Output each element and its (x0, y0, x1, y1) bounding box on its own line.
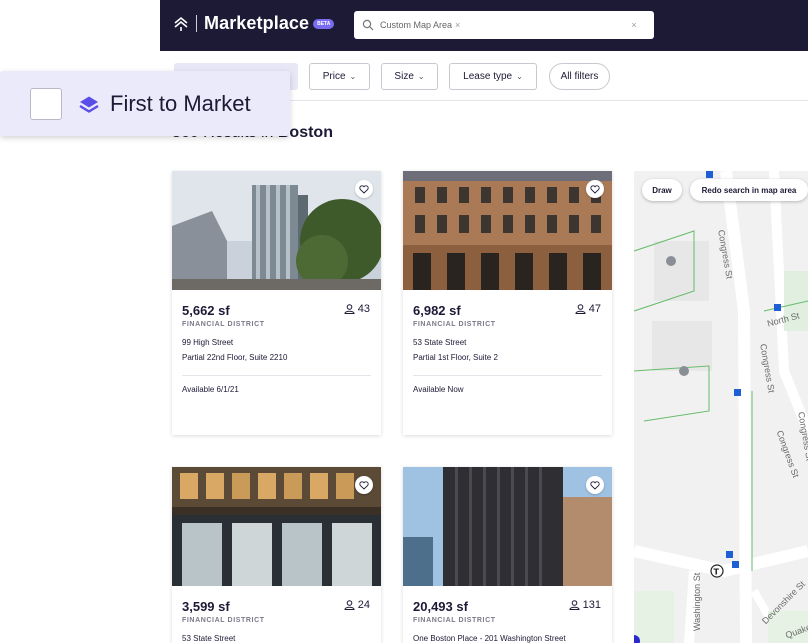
brand[interactable]: Marketplace BETA (172, 13, 335, 34)
top-navigation-bar: Marketplace BETA Custom Map Area × × (160, 0, 808, 51)
listing-photo[interactable] (403, 171, 612, 290)
listing-size: 3,599 sf (182, 599, 230, 614)
listing-district: FINANCIAL DISTRICT (413, 617, 496, 624)
person-icon (344, 304, 355, 314)
listing-card[interactable]: 3,599 sf 24 FINANCIAL DISTRICT 53 State … (172, 467, 381, 643)
map-panel[interactable]: T Draw Redo search in map area Congress … (634, 171, 808, 643)
search-input[interactable]: Custom Map Area × × (354, 11, 654, 39)
first-to-market-checkbox[interactable] (30, 87, 62, 120)
favorite-heart-icon[interactable] (355, 180, 373, 198)
card-divider (413, 375, 602, 376)
building-photo-image (172, 171, 381, 290)
listing-address: 99 High Street (182, 338, 234, 347)
listing-capacity: 43 (344, 303, 370, 315)
chevron-down-icon: ⌄ (516, 72, 523, 81)
listing-suite: Partial 22nd Floor, Suite 2210 (182, 353, 288, 362)
listing-card[interactable]: 20,493 sf 131 FINANCIAL DISTRICT One Bos… (403, 467, 612, 643)
listing-availability: Available 6/1/21 (182, 385, 239, 394)
person-icon (569, 600, 580, 610)
listing-size: 20,493 sf (413, 599, 468, 614)
favorite-heart-icon[interactable] (586, 476, 604, 494)
brand-divider (196, 15, 197, 32)
listing-address: 53 State Street (413, 338, 467, 347)
search-icon (362, 19, 374, 31)
chevron-down-icon: ⌄ (349, 72, 357, 81)
price-filter-button[interactable]: Price ⌄ (309, 63, 370, 90)
search-chip-label: Custom Map Area (380, 20, 453, 30)
building-photo-image (172, 467, 381, 586)
listing-capacity-value: 43 (357, 303, 370, 315)
chip-remove-icon[interactable]: × (455, 20, 460, 30)
chevron-down-icon: ⌄ (417, 72, 425, 81)
all-filters-button[interactable]: All filters (549, 63, 610, 90)
first-to-market-zoom-callout[interactable]: First to Market (0, 71, 290, 136)
price-filter-label: Price (322, 71, 346, 82)
person-icon (344, 600, 355, 610)
street-label: Washington St (692, 572, 702, 631)
listing-district: FINANCIAL DISTRICT (182, 321, 265, 328)
listing-availability: Available Now (413, 385, 464, 394)
building-photo-image (403, 467, 612, 586)
lease-type-filter-label: Lease type (463, 71, 513, 82)
listing-suite: Partial 1st Floor, Suite 2 (413, 353, 498, 362)
listing-capacity-value: 24 (357, 599, 370, 611)
size-filter-button[interactable]: Size ⌄ (381, 63, 438, 90)
listing-capacity-value: 47 (588, 303, 601, 315)
search-chip[interactable]: Custom Map Area × (380, 20, 460, 30)
listing-address: 53 State Street (182, 634, 236, 643)
listing-address: One Boston Place - 201 Washington Street (413, 634, 566, 643)
clear-search-icon[interactable]: × (626, 17, 642, 33)
first-to-market-label: First to Market (110, 90, 251, 116)
listing-capacity: 131 (569, 599, 601, 611)
listing-photo[interactable] (403, 467, 612, 586)
listing-capacity: 47 (575, 303, 601, 315)
listing-capacity-value: 131 (582, 599, 601, 611)
listing-card[interactable]: 5,662 sf 43 FINANCIAL DISTRICT 99 High S… (172, 171, 381, 435)
person-icon (575, 304, 586, 314)
lease-type-filter-button[interactable]: Lease type ⌄ (449, 63, 537, 90)
listing-district: FINANCIAL DISTRICT (413, 321, 496, 328)
size-filter-label: Size (394, 71, 414, 82)
listing-photo[interactable] (172, 171, 381, 290)
svg-text:T: T (714, 568, 720, 577)
redo-search-button[interactable]: Redo search in map area (690, 179, 808, 201)
beta-badge: BETA (313, 18, 335, 29)
listing-card[interactable]: 6,982 sf 47 FINANCIAL DISTRICT 53 State … (403, 171, 612, 435)
draw-button[interactable]: Draw (642, 179, 682, 201)
favorite-heart-icon[interactable] (586, 180, 604, 198)
card-divider (182, 375, 371, 376)
listing-district: FINANCIAL DISTRICT (182, 617, 265, 624)
marketplace-logo-icon (174, 16, 188, 31)
listing-size: 5,662 sf (182, 303, 230, 318)
brand-name: Marketplace (204, 13, 310, 33)
listing-photo[interactable] (172, 467, 381, 586)
building-photo-image (403, 171, 612, 290)
layers-icon (79, 96, 99, 113)
listing-capacity: 24 (344, 599, 370, 611)
all-filters-label: All filters (560, 71, 599, 82)
listing-size: 6,982 sf (413, 303, 461, 318)
favorite-heart-icon[interactable] (355, 476, 373, 494)
